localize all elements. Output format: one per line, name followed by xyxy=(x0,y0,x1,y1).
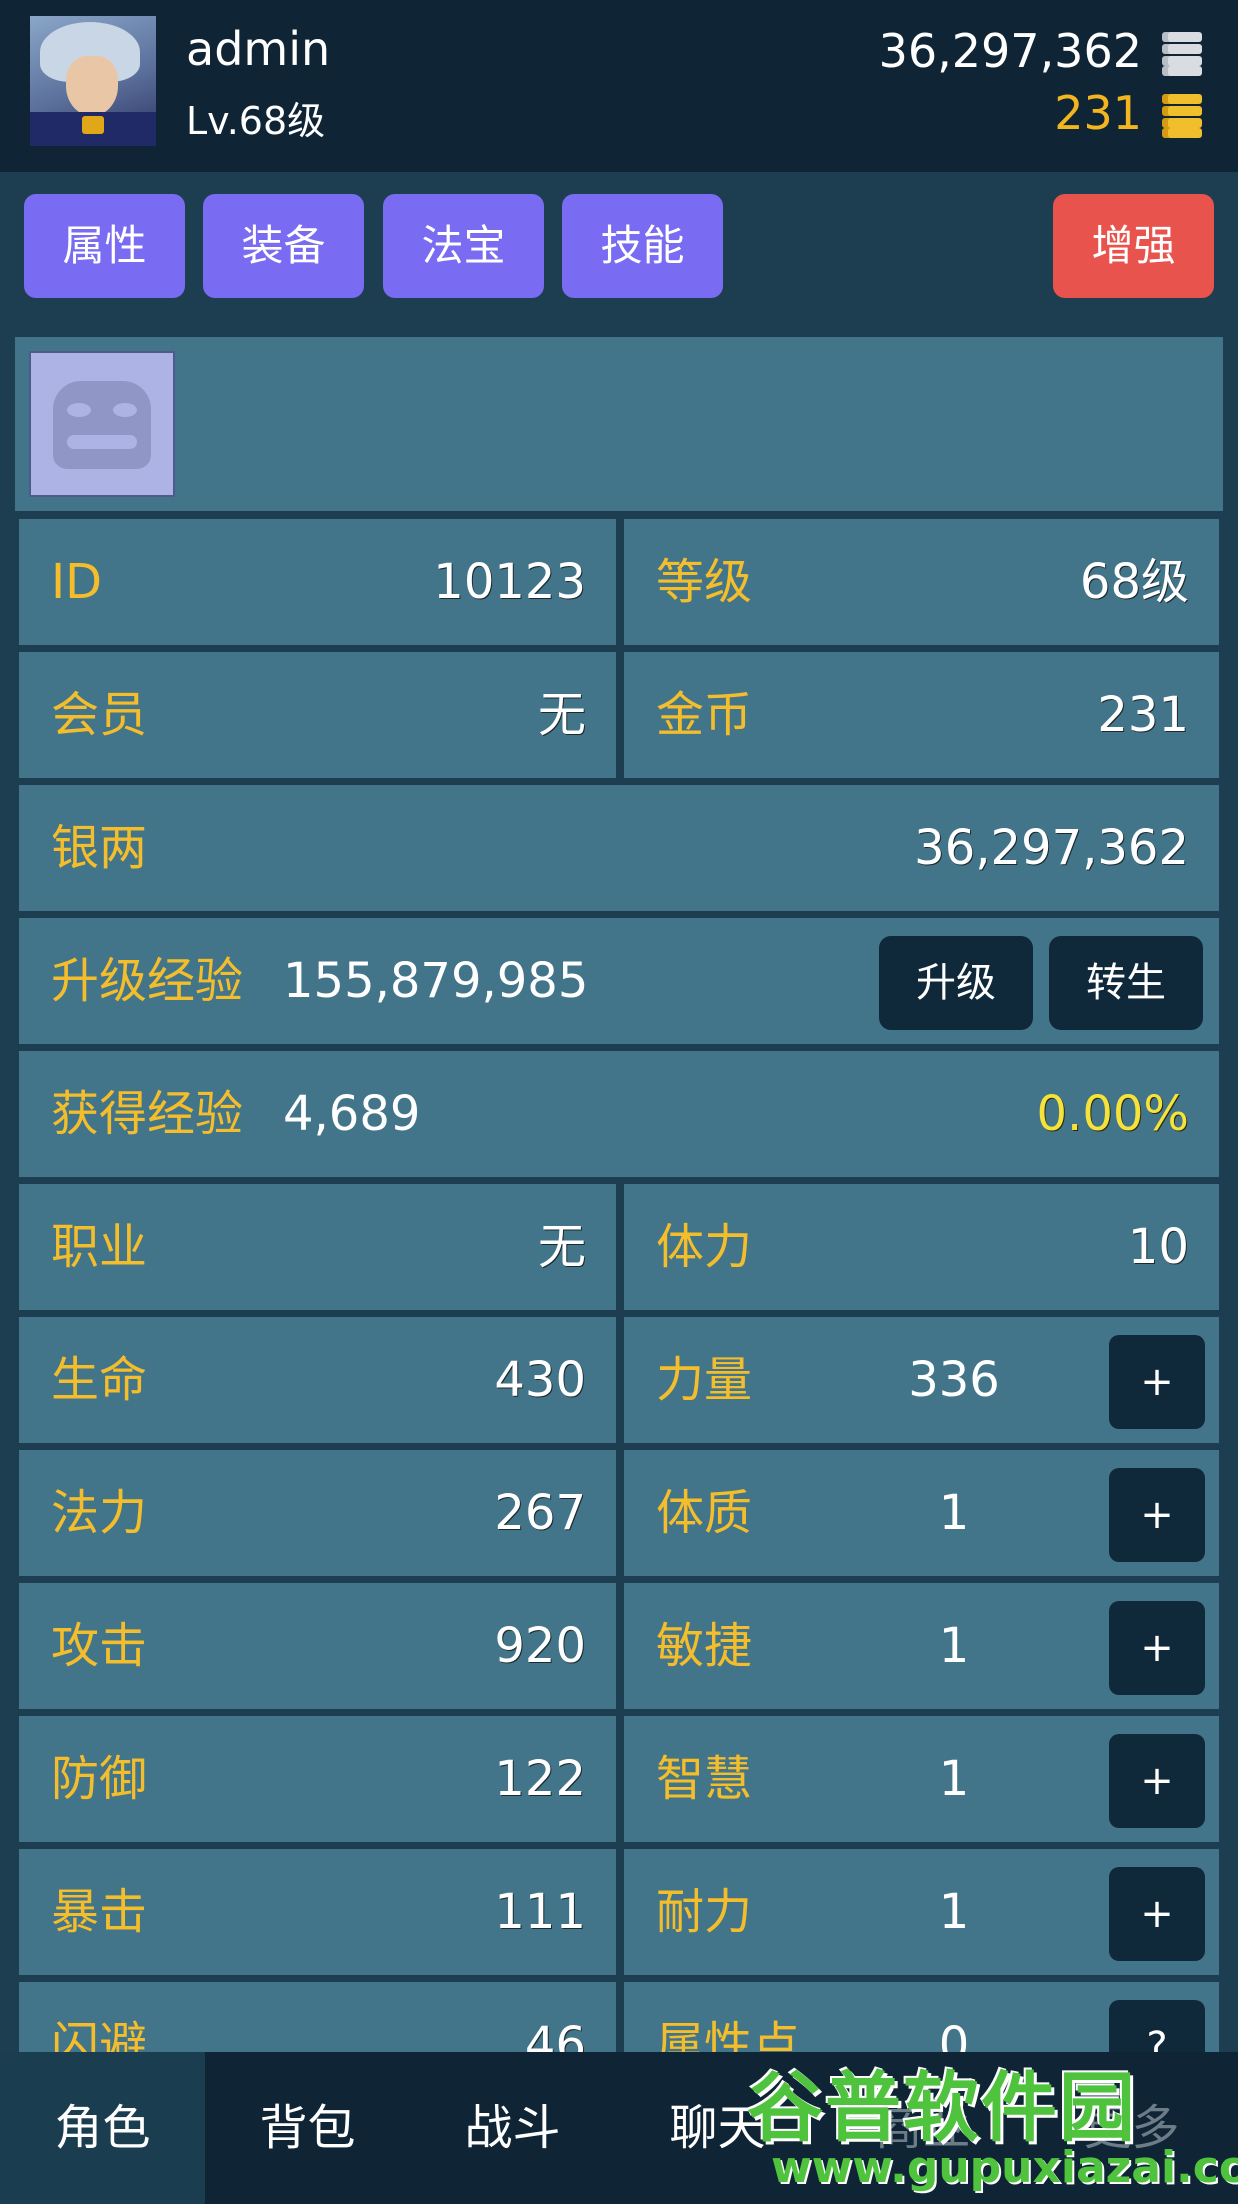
badge-mask xyxy=(53,381,151,469)
stat-value: 111 xyxy=(494,1884,586,1940)
stat-value: 1 xyxy=(938,1618,970,1674)
stat-label: 获得经验 xyxy=(51,1086,244,1142)
stat-label: 体质 xyxy=(656,1485,753,1541)
player-level: Lv.68级 xyxy=(186,99,326,143)
stat-value: 122 xyxy=(494,1751,586,1807)
player-avatar[interactable] xyxy=(30,16,156,146)
rebirth-button[interactable]: 转生 xyxy=(1049,936,1203,1030)
stat-label: 智慧 xyxy=(656,1751,753,1807)
stat-value: 无 xyxy=(537,687,586,743)
stat-label: 会员 xyxy=(51,687,148,743)
stat-crit: 暴击 111 xyxy=(19,1849,616,1975)
username: admin xyxy=(186,22,331,76)
stat-value: 10 xyxy=(1127,1219,1189,1275)
stat-label: 生命 xyxy=(51,1352,148,1408)
stat-label: 体力 xyxy=(656,1219,753,1275)
top-header: admin Lv.68级 36,297,362 231 xyxy=(0,0,1238,172)
badge-eye-left xyxy=(67,403,91,417)
stat-label: 攻击 xyxy=(51,1618,148,1674)
stat-value: 1 xyxy=(938,1485,970,1541)
stat-value: 920 xyxy=(494,1618,586,1674)
stat-silver: 银两 36,297,362 xyxy=(19,785,1219,911)
avatar-face xyxy=(66,56,118,116)
stat-label: 等级 xyxy=(656,554,753,610)
silver-amount: 36,297,362 xyxy=(878,24,1142,78)
badge-row xyxy=(15,337,1223,511)
stat-label: 升级经验 xyxy=(51,953,244,1009)
stat-agility: 敏捷 1 + xyxy=(624,1583,1219,1709)
stat-constitution: 体质 1 + xyxy=(624,1450,1219,1576)
stat-endurance: 耐力 1 + xyxy=(624,1849,1219,1975)
stat-strength: 力量 336 + xyxy=(624,1317,1219,1443)
stat-stamina: 体力 10 xyxy=(624,1184,1219,1310)
stat-label: 金币 xyxy=(656,687,753,743)
stat-label: 敏捷 xyxy=(656,1618,753,1674)
badge-mouth xyxy=(67,435,137,449)
stat-gained-exp: 获得经验 4,689 0.00% xyxy=(19,1051,1219,1177)
stat-label: 力量 xyxy=(656,1352,753,1408)
stat-value: 155,879,985 xyxy=(283,953,589,1009)
silver-coin-stack-icon xyxy=(1162,32,1202,76)
tab-equipment[interactable]: 装备 xyxy=(203,194,364,298)
upgrade-button[interactable]: 升级 xyxy=(879,936,1033,1030)
gold-coin-stack-icon xyxy=(1162,94,1202,138)
stat-value: 4,689 xyxy=(283,1086,421,1142)
stat-member: 会员 无 xyxy=(19,652,616,778)
stat-value: 1 xyxy=(938,1884,970,1940)
stat-label: 法力 xyxy=(51,1485,148,1541)
add-agility-button[interactable]: + xyxy=(1109,1601,1205,1695)
nav-bag[interactable]: 背包 xyxy=(205,2052,410,2204)
stat-label: 职业 xyxy=(51,1219,148,1275)
stat-label: 暴击 xyxy=(51,1884,148,1940)
rank-badge-icon[interactable] xyxy=(29,351,175,497)
exp-percent: 0.00% xyxy=(1036,1086,1189,1142)
add-constitution-button[interactable]: + xyxy=(1109,1468,1205,1562)
stat-mana: 法力 267 xyxy=(19,1450,616,1576)
stat-level: 等级 68级 xyxy=(624,519,1219,645)
stat-attack: 攻击 920 xyxy=(19,1583,616,1709)
stat-wisdom: 智慧 1 + xyxy=(624,1716,1219,1842)
stat-value: 无 xyxy=(537,1219,586,1275)
tab-treasure[interactable]: 法宝 xyxy=(383,194,544,298)
avatar-gem xyxy=(82,116,104,134)
stat-value: 68级 xyxy=(1079,554,1189,610)
nav-role[interactable]: 角色 xyxy=(0,2052,205,2204)
stat-label: 耐力 xyxy=(656,1884,753,1940)
stat-value: 10123 xyxy=(433,554,586,610)
nav-battle[interactable]: 战斗 xyxy=(410,2052,615,2204)
enhance-button[interactable]: 增强 xyxy=(1053,194,1214,298)
stat-label: 银两 xyxy=(51,820,148,876)
gold-amount: 231 xyxy=(1054,86,1142,140)
stat-value: 36,297,362 xyxy=(914,820,1189,876)
stat-id: ID 10123 xyxy=(19,519,616,645)
stat-value: 231 xyxy=(1097,687,1189,743)
stat-value: 430 xyxy=(494,1352,586,1408)
site-watermark: 谷普软件园 www.gupuxiazai.com xyxy=(735,2030,1238,2204)
stat-hp: 生命 430 xyxy=(19,1317,616,1443)
watermark-url: www.gupuxiazai.com xyxy=(771,2142,1238,2193)
stat-value: 336 xyxy=(908,1352,1000,1408)
add-strength-button[interactable]: + xyxy=(1109,1335,1205,1429)
stat-value: 267 xyxy=(494,1485,586,1541)
tab-attributes[interactable]: 属性 xyxy=(24,194,185,298)
stat-gold: 金币 231 xyxy=(624,652,1219,778)
add-endurance-button[interactable]: + xyxy=(1109,1867,1205,1961)
add-wisdom-button[interactable]: + xyxy=(1109,1734,1205,1828)
stat-label: 防御 xyxy=(51,1751,148,1807)
stat-value: 1 xyxy=(938,1751,970,1807)
stat-job: 职业 无 xyxy=(19,1184,616,1310)
tab-skills[interactable]: 技能 xyxy=(562,194,723,298)
watermark-title: 谷普软件园 xyxy=(747,2063,1137,2152)
badge-eye-right xyxy=(113,403,137,417)
tab-bar: 属性 装备 法宝 技能 增强 xyxy=(0,172,1238,322)
stat-defense: 防御 122 xyxy=(19,1716,616,1842)
stat-label: ID xyxy=(51,554,103,610)
stat-upgrade-exp: 升级经验 155,879,985 升级 转生 xyxy=(19,918,1219,1044)
